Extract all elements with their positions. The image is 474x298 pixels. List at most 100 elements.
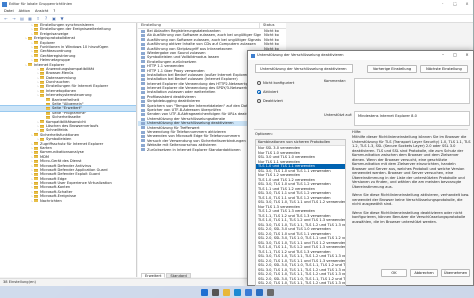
protocol-option[interactable]: SSL 2.0, TLS 1.0, TLS 1.1, TLS 1.2 und T… [256,281,345,285]
folder-icon [34,155,38,159]
folder-icon [34,190,38,194]
radio-disabled-label: Deaktiviert [263,99,283,103]
dialog-minimize-icon[interactable]: – [437,52,449,57]
search-icon[interactable] [211,288,219,296]
menu-action[interactable]: Aktion [19,9,30,14]
policy-setting-icon [141,82,145,86]
apply-button[interactable]: Übernehmen [441,269,470,277]
ok-button[interactable]: OK [381,269,407,277]
window-title: Editor für lokale Gruppenrichtlinien [9,2,73,7]
folder-icon [34,168,38,172]
show-tree-icon[interactable]: ▦ [27,16,33,21]
settings-icon[interactable] [266,288,274,296]
column-setting[interactable]: Einstellung [138,23,260,28]
folder-icon [40,85,44,89]
edge-icon[interactable] [233,288,241,296]
filter-icon[interactable]: ▼ [59,16,65,21]
radio-enabled-dot[interactable] [257,90,261,95]
policy-setting-icon [141,60,145,64]
files-icon[interactable] [222,288,230,296]
dialog-title-bar: Unterstützung der Verschlüsselung deakti… [248,51,473,60]
cancel-button[interactable]: Abbrechen [410,269,438,277]
folder-icon [34,133,38,137]
folder-icon [34,142,38,146]
folder-icon [46,102,50,106]
export-icon[interactable]: ⇪ [35,16,41,21]
app-icon [2,2,7,7]
folder-icon [34,45,38,49]
dialog-maximize-icon[interactable]: □ [449,52,461,57]
radio-disabled[interactable]: Deaktiviert [257,99,283,104]
up-icon[interactable]: ▤ [19,16,25,21]
folder-icon [34,177,38,181]
policy-dialog: Unterstützung der Verschlüsselung deakti… [247,50,474,286]
protocol-option[interactable]: SSL 3.0, TLS 1.0, TLS 1.1, TLS 1.2 und T… [256,254,345,259]
taskbar [0,286,474,298]
protocol-option[interactable]: TLS 1.0, TLS 1.1, TLS 1.2 und TLS 1.3 ve… [256,218,345,223]
folder-icon [40,67,44,71]
folder-icon [28,63,32,67]
radio-disabled-dot[interactable] [257,99,261,104]
policy-setting-icon [141,148,145,152]
radio-enabled[interactable]: Aktiviert [257,90,278,95]
folder-icon [34,181,38,185]
protocol-option[interactable]: SSL 2.0, TLS 1.0, TLS 1.1, TLS 1.2 und T… [256,272,345,277]
folder-icon [40,93,44,97]
folder-icon [34,58,38,62]
folder-icon [40,129,44,133]
folder-icon [34,164,38,168]
folder-icon [46,107,50,111]
folder-icon [34,194,38,198]
dialog-close-icon[interactable]: × [461,52,473,57]
options-label: Optionen: [255,132,273,136]
policy-setting-icon [141,42,145,46]
menu-view[interactable]: Ansicht [35,9,48,14]
policy-setting-icon [141,143,145,147]
menu-help[interactable]: ? [53,9,55,14]
policy-name-box: Unterstützung der Verschlüsselung deakti… [255,64,353,73]
mail-icon[interactable] [255,288,263,296]
policy-setting-icon [141,95,145,99]
protocol-options-list[interactable]: Kombinationen von sicheren Protokollen N… [255,139,346,286]
protocol-option[interactable]: SSL 3.0, TLS 1.0, TLS 1.1 und TLS 1.2 ve… [256,200,345,205]
protocol-option[interactable]: SSL 2.0, SSL 3.0, TLS 1.0, TLS 1.1, TLS … [256,263,345,268]
folder-icon [40,71,44,75]
comment-label: Kommentar: [324,79,347,83]
previous-setting-button[interactable]: Vorherige Einstellung [367,65,417,73]
policy-setting-icon [141,121,145,125]
navigation-tree: › Einstellungen synchronisieren › Einstellu… [0,23,137,277]
policy-setting-icon [141,126,145,130]
radio-not-configured-dot[interactable] [257,81,261,86]
protocol-option[interactable]: SSL 2.0, SSL 3.0, TLS 1.0, TLS 1.1 und T… [256,236,345,241]
start-icon[interactable] [200,288,208,296]
menu-file[interactable]: Datei [4,9,14,14]
watermark-text: ZDONACOMS [442,0,472,5]
next-setting-button[interactable]: Nächste Einstellung [420,65,468,73]
properties-icon[interactable]: ▣ [51,16,57,21]
dialog-title: Unterstützung der Verschlüsselung deakti… [257,53,344,58]
setting-name: Zurücksetzen in Internet Explorer Standa… [147,147,241,152]
protocol-option[interactable]: TLS 1.0, TLS 1.1, TLS 1.2 und TLS 1.3 ve… [256,245,345,250]
column-state[interactable]: Status [260,23,274,28]
policy-setting-icon [141,139,145,143]
folder-icon [34,32,38,36]
policy-setting-icon [141,86,145,90]
folder-icon [34,41,38,45]
store-icon[interactable] [244,288,252,296]
tree-item[interactable]: › Nachrichten [0,199,136,203]
help-icon[interactable]: ? [43,16,49,21]
help-paragraph: Wenn Sie diese Richtlinieneinstellung de… [352,210,466,224]
folder-icon [34,23,38,27]
policy-setting-icon [141,47,145,51]
forward-icon[interactable]: → [11,16,17,21]
folder-icon [34,199,38,203]
folder-icon [34,146,38,150]
policy-setting-icon [141,69,145,73]
back-icon[interactable]: ← [3,16,9,21]
radio-not-configured[interactable]: Nicht konfiguriert [257,81,294,86]
comment-textarea[interactable] [354,78,470,104]
policy-setting-icon [141,130,145,134]
policy-setting-icon [141,77,145,81]
supported-label: Unterstützt auf: [324,113,353,117]
policy-setting-icon [141,29,145,33]
